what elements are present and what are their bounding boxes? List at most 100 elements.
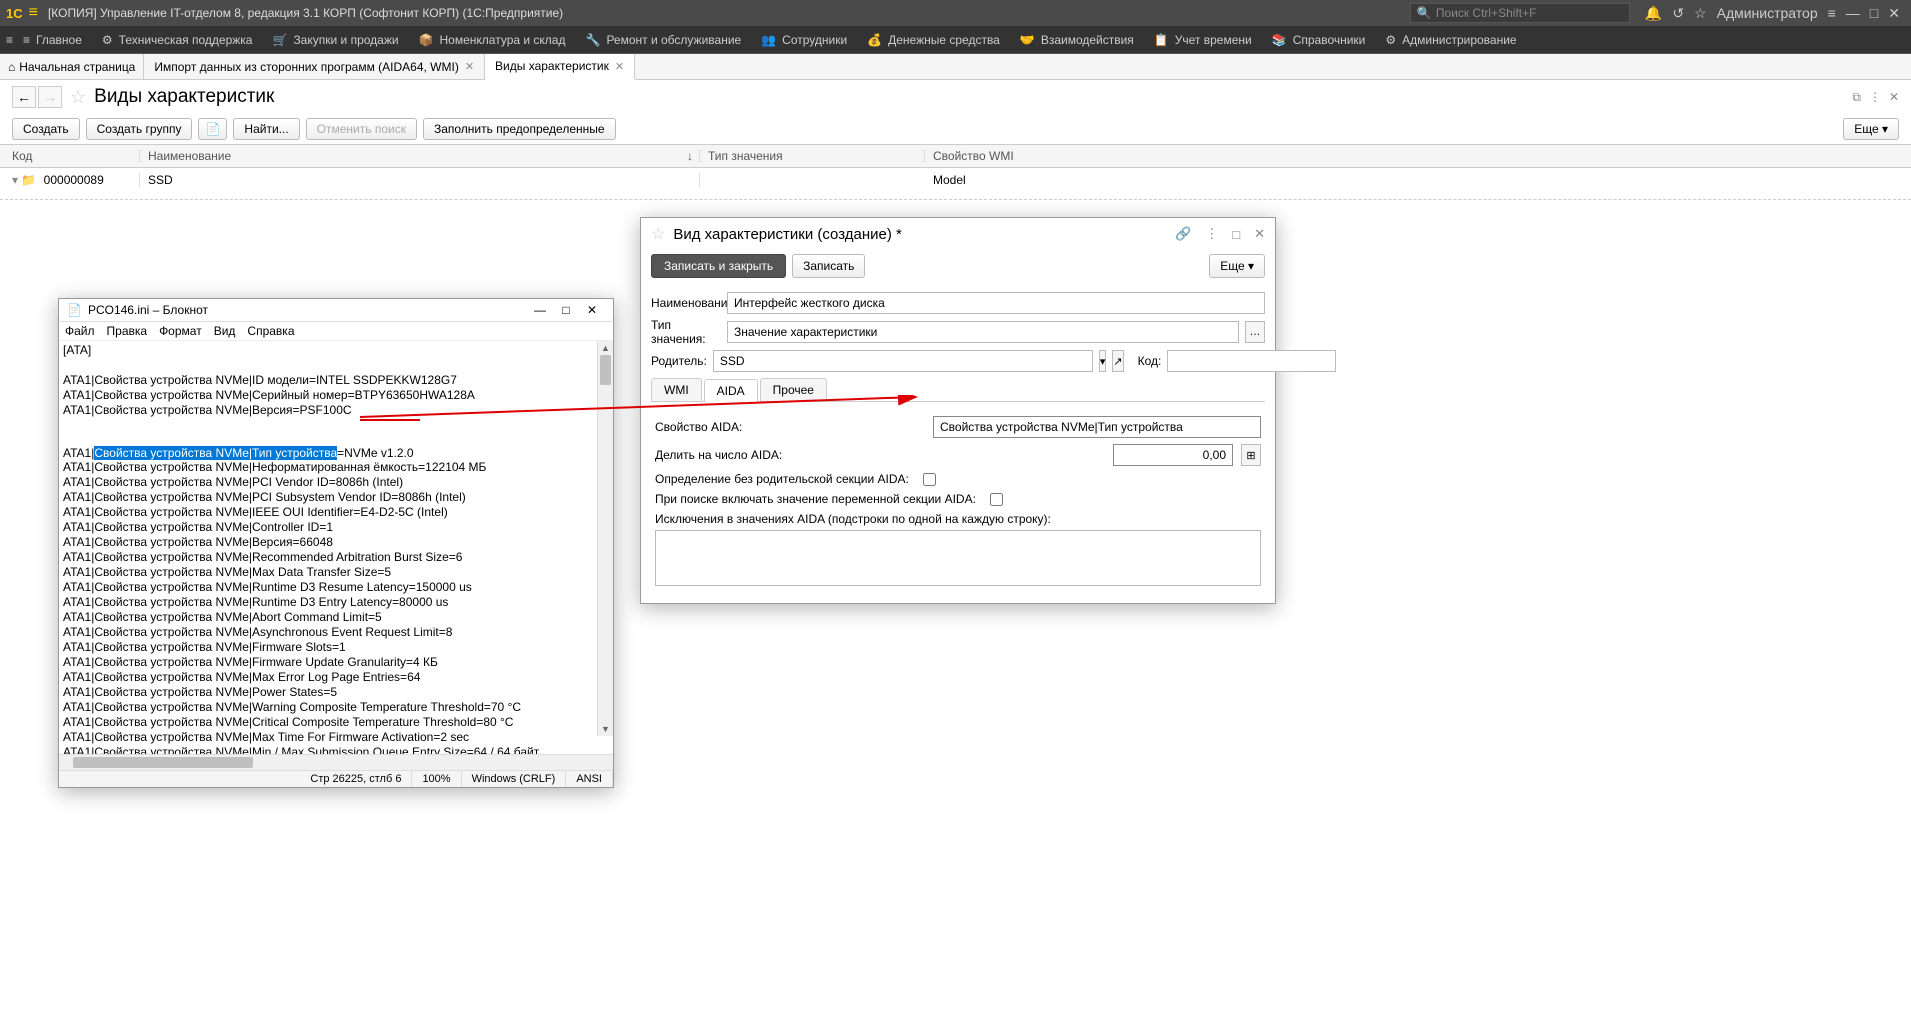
dialog-star-icon[interactable]: ☆ [651, 224, 665, 244]
star-icon[interactable]: ☆ [1694, 5, 1707, 22]
type-more-button[interactable]: … [1245, 321, 1265, 343]
close-button[interactable]: ✕ [579, 303, 605, 317]
fill-predefined-button[interactable]: Заполнить предопределенные [423, 118, 616, 140]
find-button[interactable]: Найти... [233, 118, 299, 140]
menu-item[interactable]: 📚Справочники [1262, 33, 1376, 47]
menu-item[interactable]: ⚙Администрирование [1375, 33, 1526, 47]
aida-property-input[interactable] [933, 416, 1261, 438]
label-divide: Делить на число AIDA: [655, 448, 782, 462]
menu-item[interactable]: 🛒 Закупки и продажи [262, 33, 408, 47]
form-more-button[interactable]: Еще ▾ [1209, 254, 1265, 278]
tab-wmi[interactable]: WMI [651, 378, 702, 401]
global-search[interactable]: 🔍 Поиск Ctrl+Shift+F [1410, 3, 1630, 23]
exclusions-textarea[interactable] [655, 530, 1261, 586]
calculator-button[interactable]: ⊞ [1241, 444, 1261, 466]
horizontal-scrollbar[interactable] [59, 754, 613, 770]
menu-label: Техническая поддержка [119, 33, 253, 47]
vertical-scrollbar[interactable]: ▲ ▼ [597, 341, 613, 736]
save-button[interactable]: Записать [792, 254, 865, 278]
parent-open-button[interactable]: ↗ [1112, 350, 1123, 372]
type-input[interactable] [727, 321, 1239, 343]
notepad-text-area[interactable]: [ATA] ATA1|Свойства устройства NVMe|ID м… [59, 341, 613, 754]
main-menu: ≡ ≡Главное ⚙ Техническая поддержка 🛒 Закупки… [0, 26, 1911, 54]
menu-label: Справочники [1293, 33, 1366, 47]
hamburger-icon[interactable]: ≡ [29, 4, 38, 22]
table-row[interactable]: ▾ 📁 000000089 SSD Model [0, 168, 1911, 192]
menu-item[interactable]: 🔧Ремонт и обслуживание [575, 33, 751, 47]
minimize-icon[interactable]: — [1846, 5, 1860, 21]
new-window-icon[interactable]: ⧉ [1852, 90, 1861, 105]
more-icon[interactable]: ⋮ [1205, 226, 1218, 242]
menu-label: Администрирование [1402, 33, 1516, 47]
more-icon[interactable]: ⋮ [1869, 90, 1881, 105]
window-icon[interactable]: □ [1232, 227, 1240, 242]
tab-close-icon[interactable]: ✕ [465, 60, 474, 73]
scroll-up-icon[interactable]: ▲ [598, 341, 613, 355]
expand-icon[interactable]: ▾ [12, 173, 18, 187]
menu-icon: ⚙ [102, 33, 113, 47]
divide-input[interactable] [1113, 444, 1233, 466]
menu-help[interactable]: Справка [247, 324, 294, 338]
col-name[interactable]: Наименование↓ [140, 149, 700, 163]
menu-item[interactable]: ≡Главное [13, 33, 92, 47]
history-icon[interactable]: ↺ [1672, 5, 1684, 22]
nav-forward-button[interactable]: → [38, 86, 62, 108]
menu-label: Учет времени [1175, 33, 1252, 47]
user-label[interactable]: Администратор [1717, 5, 1818, 21]
nav-back-button[interactable]: ← [12, 86, 36, 108]
parent-dropdown-button[interactable]: ▾ [1099, 350, 1107, 372]
scroll-thumb-h[interactable] [73, 757, 253, 768]
parent-input[interactable] [713, 350, 1093, 372]
menu-item[interactable]: 🤝Взаимодействия [1010, 33, 1144, 47]
link-icon[interactable]: 🔗 [1175, 226, 1191, 242]
name-input[interactable] [727, 292, 1265, 314]
more-button[interactable]: Еще ▾ [1843, 118, 1899, 140]
menu-item[interactable]: 💰 Денежные средства [857, 33, 1010, 47]
no-parent-checkbox[interactable] [923, 473, 936, 486]
scroll-thumb[interactable] [600, 355, 611, 385]
page-title: Виды характеристик [94, 86, 274, 108]
close-icon[interactable]: ✕ [1888, 5, 1900, 22]
favorite-star-icon[interactable]: ☆ [70, 87, 86, 108]
minimize-button[interactable]: — [527, 303, 553, 317]
create-group-button[interactable]: Создать группу [86, 118, 193, 140]
menu-toggle-icon[interactable]: ≡ [6, 33, 13, 47]
maximize-icon[interactable]: □ [1870, 5, 1878, 21]
menu-file[interactable]: Файл [65, 324, 95, 338]
menu-item[interactable]: 👥Сотрудники [751, 33, 857, 47]
menu-label: Закупки и продажи [293, 33, 398, 47]
col-wmi[interactable]: Свойство WMI [925, 149, 1911, 163]
tab-types[interactable]: Виды характеристик ✕ [485, 54, 635, 80]
scroll-down-icon[interactable]: ▼ [598, 722, 613, 736]
menu-edit[interactable]: Правка [107, 324, 148, 338]
menu-icon: 💰 [867, 33, 882, 47]
create-button[interactable]: Создать [12, 118, 80, 140]
menu-label: Сотрудники [782, 33, 847, 47]
col-type[interactable]: Тип значения [700, 149, 925, 163]
code-input[interactable] [1167, 350, 1336, 372]
label-exclusions: Исключения в значениях AIDA (подстроки п… [655, 512, 1051, 526]
menu-item[interactable]: ⚙ Техническая поддержка [92, 33, 263, 47]
dialog-close-icon[interactable]: ✕ [1254, 226, 1265, 242]
settings-icon[interactable]: ≡ [1828, 5, 1836, 21]
copy-button[interactable]: 📄 [198, 118, 227, 140]
search-placeholder: Поиск Ctrl+Shift+F [1436, 6, 1537, 20]
home-tab[interactable]: ⌂ Начальная страница [0, 54, 144, 79]
menu-item[interactable]: 📦Номенклатура и склад [409, 33, 576, 47]
tab-other[interactable]: Прочее [760, 378, 827, 401]
menu-format[interactable]: Формат [159, 324, 202, 338]
maximize-button[interactable]: □ [553, 303, 579, 317]
tab-import[interactable]: Импорт данных из сторонних программ (AID… [144, 54, 485, 79]
menu-label: Денежные средства [888, 33, 1000, 47]
menu-view[interactable]: Вид [214, 324, 236, 338]
save-close-button[interactable]: Записать и закрыть [651, 254, 786, 278]
col-code[interactable]: Код [0, 149, 140, 163]
menu-item[interactable]: 📋Учет времени [1144, 33, 1262, 47]
bell-icon[interactable]: 🔔 [1645, 5, 1662, 22]
page-close-icon[interactable]: ✕ [1889, 90, 1899, 105]
include-var-checkbox[interactable] [990, 493, 1003, 506]
menu-label: Главное [36, 33, 82, 47]
menu-icon: 🛒 [272, 33, 287, 47]
tab-close-icon[interactable]: ✕ [615, 60, 624, 73]
tab-aida[interactable]: AIDA [704, 379, 758, 402]
